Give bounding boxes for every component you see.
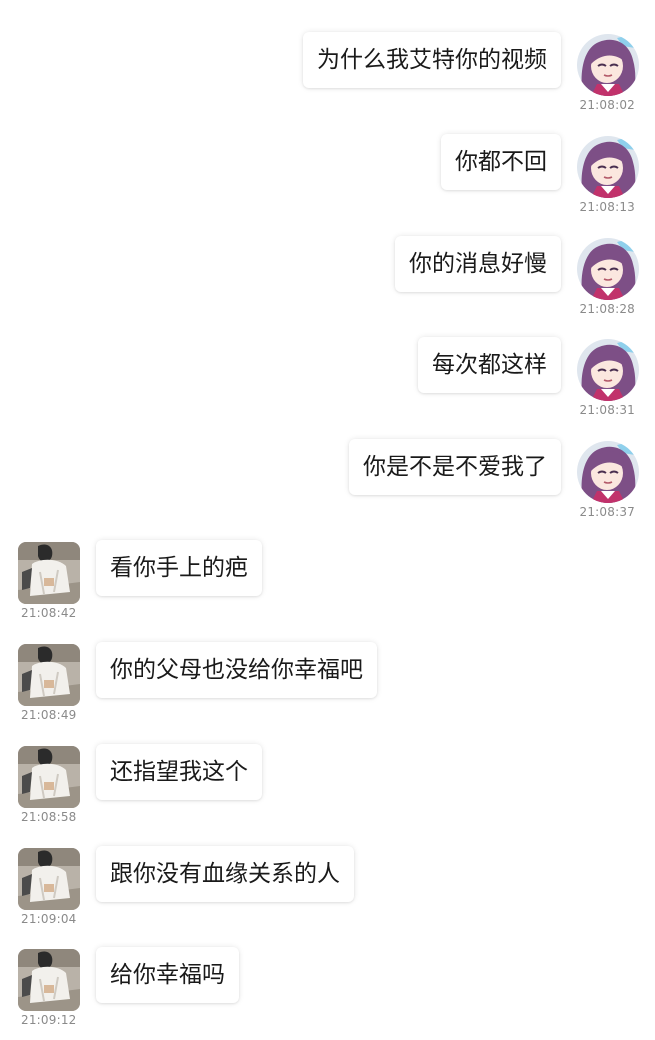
message-timestamp: 21:08:02: [579, 98, 635, 112]
message-row-incoming: 你的父母也没给你幸福吧 21:08:49: [0, 630, 655, 726]
message-bubble[interactable]: 跟你没有血缘关系的人: [96, 846, 354, 902]
chat-message-list[interactable]: 为什么我艾特你的视频 21:08:02 你都不回 21:08:13 你的消息好慢…: [0, 0, 655, 1040]
photo-avatar[interactable]: [18, 848, 80, 910]
message-bubble[interactable]: 你的消息好慢: [395, 236, 561, 292]
message-row-incoming: 看你手上的疤 21:08:42: [0, 528, 655, 624]
photo-avatar[interactable]: [18, 644, 80, 706]
message-bubble[interactable]: 每次都这样: [418, 337, 561, 393]
message-timestamp: 21:08:13: [579, 200, 635, 214]
anime-girl-avatar[interactable]: [577, 441, 639, 503]
message-bubble[interactable]: 给你幸福吗: [96, 947, 239, 1003]
message-row-outgoing: 你都不回 21:08:13: [0, 122, 655, 218]
message-row-incoming: 跟你没有血缘关系的人 21:09:04: [0, 834, 655, 930]
message-row-incoming: 还指望我这个 21:08:58: [0, 732, 655, 828]
message-timestamp: 21:08:37: [579, 505, 635, 519]
message-bubble[interactable]: 你都不回: [441, 134, 561, 190]
message-timestamp: 21:09:12: [21, 1013, 77, 1027]
message-bubble[interactable]: 你是不是不爱我了: [349, 439, 561, 495]
anime-girl-avatar[interactable]: [577, 136, 639, 198]
message-timestamp: 21:08:58: [21, 810, 77, 824]
photo-avatar[interactable]: [18, 746, 80, 808]
message-timestamp: 21:09:04: [21, 912, 77, 926]
message-row-outgoing: 每次都这样 21:08:31: [0, 325, 655, 421]
message-timestamp: 21:08:42: [21, 606, 77, 620]
photo-avatar[interactable]: [18, 949, 80, 1011]
photo-avatar[interactable]: [18, 542, 80, 604]
message-row-outgoing: 你的消息好慢 21:08:28: [0, 224, 655, 320]
anime-girl-avatar[interactable]: [577, 34, 639, 96]
anime-girl-avatar[interactable]: [577, 339, 639, 401]
message-row-incoming: 给你幸福吗 21:09:12: [0, 935, 655, 1031]
message-timestamp: 21:08:28: [579, 302, 635, 316]
message-bubble[interactable]: 你的父母也没给你幸福吧: [96, 642, 377, 698]
message-bubble[interactable]: 看你手上的疤: [96, 540, 262, 596]
message-row-outgoing: 为什么我艾特你的视频 21:08:02: [0, 20, 655, 116]
message-bubble[interactable]: 还指望我这个: [96, 744, 262, 800]
message-timestamp: 21:08:49: [21, 708, 77, 722]
message-bubble[interactable]: 为什么我艾特你的视频: [303, 32, 561, 88]
anime-girl-avatar[interactable]: [577, 238, 639, 300]
message-row-outgoing: 你是不是不爱我了 21:08:37: [0, 427, 655, 523]
message-timestamp: 21:08:31: [579, 403, 635, 417]
